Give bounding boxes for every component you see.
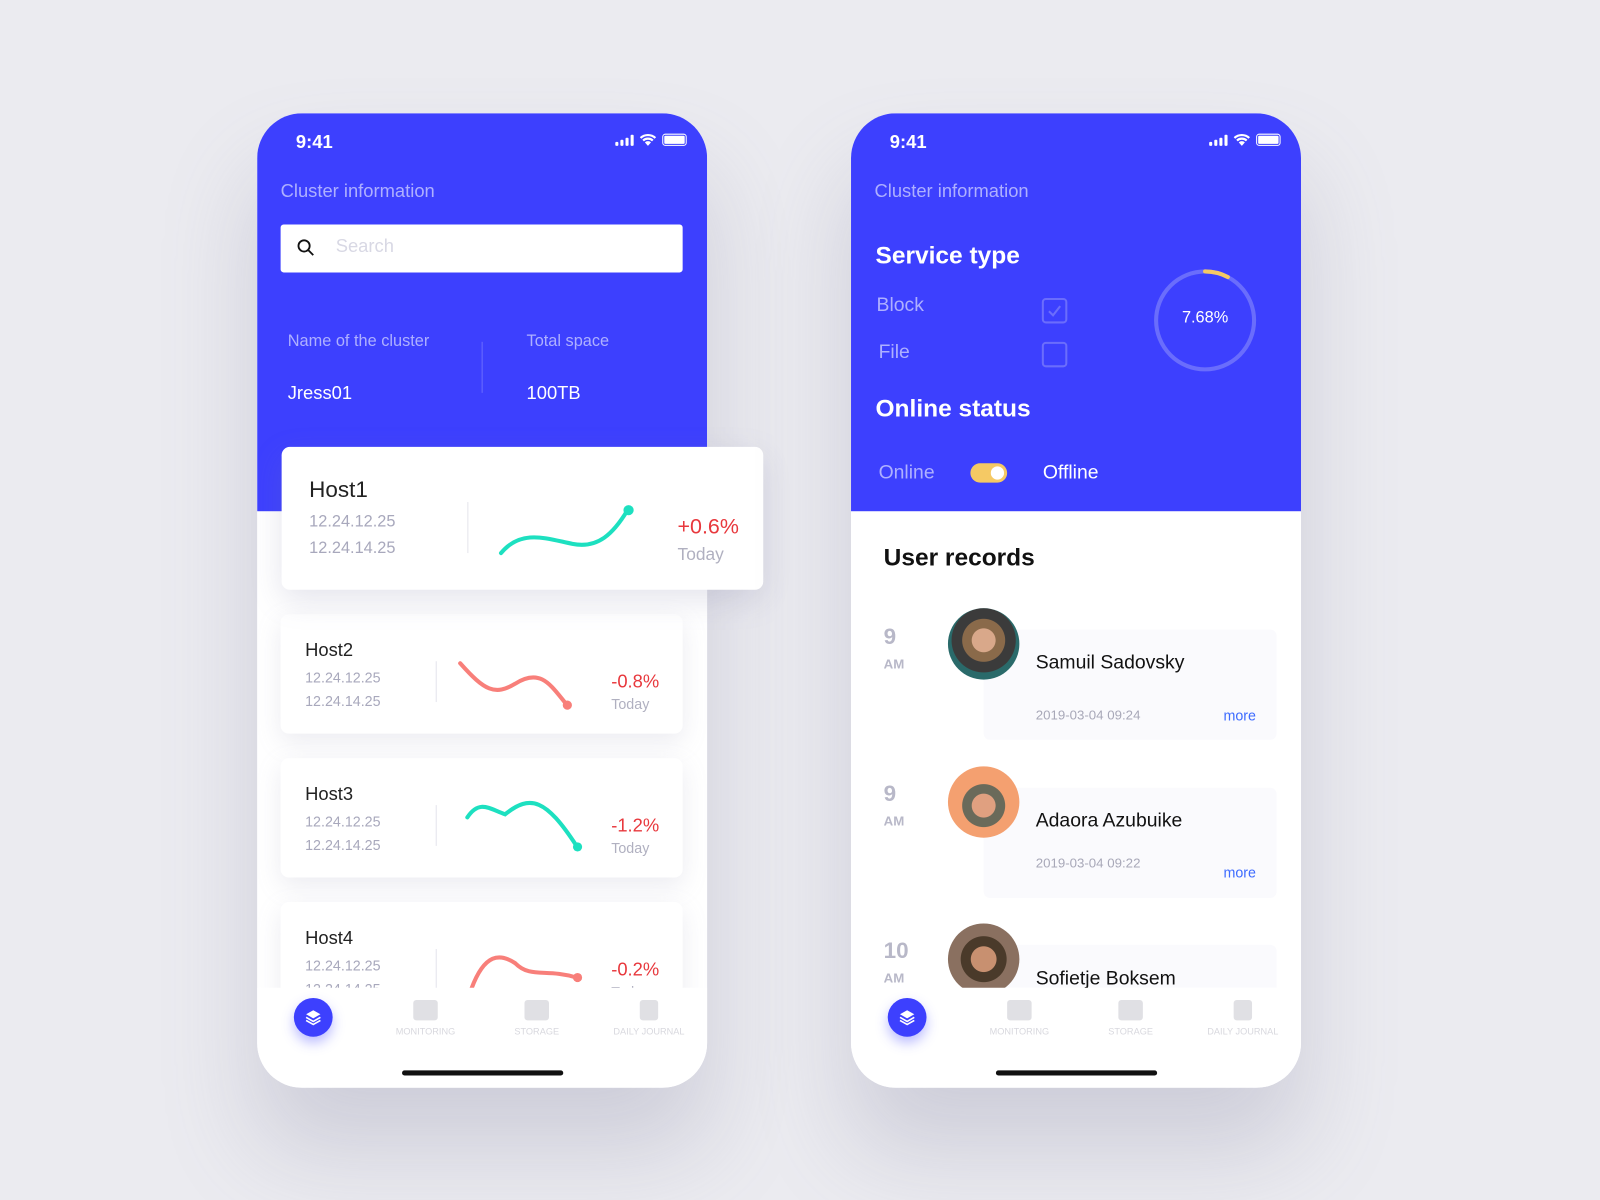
nav-monitoring[interactable]: MONITORING xyxy=(968,999,1070,1037)
host-ip: 12.24.12.25 xyxy=(305,813,381,830)
nav-daily-journal[interactable]: DAILY JOURNAL xyxy=(598,999,700,1037)
record-card[interactable] xyxy=(983,787,1277,898)
trend-sparkline xyxy=(458,661,572,710)
check-icon xyxy=(1048,305,1062,317)
user-records-title: User records xyxy=(883,543,1035,572)
record-time: 9 AM xyxy=(883,780,905,829)
status-icons xyxy=(1209,133,1281,146)
divider xyxy=(435,948,437,990)
host-name: Host4 xyxy=(305,927,354,948)
layers-icon xyxy=(899,1010,915,1026)
avatar xyxy=(947,608,1020,680)
home-indicator xyxy=(402,1070,564,1076)
cluster-name-value: Jress01 xyxy=(287,382,353,404)
nav-cluster-button[interactable] xyxy=(887,997,927,1037)
option-file-label: File xyxy=(878,341,910,364)
journal-icon xyxy=(1233,999,1253,1021)
host-card-selected[interactable]: Host1 12.24.12.25 12.24.14.25 +0.6% Toda… xyxy=(281,446,764,590)
phone-cluster-hosts: 9:41 Cluster information Name of the clu… xyxy=(257,113,708,1088)
host-name: Host2 xyxy=(305,639,354,661)
divider xyxy=(435,805,437,846)
online-label: Online xyxy=(878,462,935,484)
battery-icon xyxy=(662,133,687,146)
wifi-icon xyxy=(639,133,657,146)
host-name: Host1 xyxy=(309,476,368,503)
layers-icon xyxy=(305,1010,321,1026)
record-name: Samuil Sadovsky xyxy=(1035,652,1185,674)
record-time: 9 AM xyxy=(883,623,905,672)
status-time: 9:41 xyxy=(889,131,927,153)
camera-alert-icon xyxy=(1007,999,1032,1021)
change-percent: +0.6% xyxy=(677,515,739,539)
file-checkbox[interactable] xyxy=(1041,341,1068,368)
divider xyxy=(481,341,483,393)
host-ip: 12.24.12.25 xyxy=(305,957,381,974)
avatar xyxy=(947,923,1020,995)
home-indicator xyxy=(995,1070,1158,1076)
phone-service-records: 9:41 Cluster information Service type Bl… xyxy=(851,113,1302,1088)
host-ip: 12.24.14.25 xyxy=(305,692,381,710)
host-ip: 12.24.12.25 xyxy=(305,669,381,686)
nav-label: STORAGE xyxy=(1108,1026,1153,1037)
total-space-value: 100TB xyxy=(526,382,581,404)
divider xyxy=(467,502,469,554)
nav-storage[interactable]: STORAGE xyxy=(1080,999,1182,1037)
nav-label: MONITORING xyxy=(989,1026,1050,1037)
online-toggle[interactable] xyxy=(970,463,1008,483)
search-input[interactable] xyxy=(333,234,665,259)
change-percent: -0.8% xyxy=(611,671,660,692)
record-time: 10 AM xyxy=(883,937,909,986)
nav-cluster-button[interactable] xyxy=(293,997,333,1037)
journal-icon xyxy=(639,999,659,1021)
service-type-title: Service type xyxy=(875,241,1020,270)
nav-daily-journal[interactable]: DAILY JOURNAL xyxy=(1192,999,1294,1037)
trend-sparkline xyxy=(465,800,583,852)
host-card[interactable]: Host3 12.24.12.25 12.24.14.25 -1.2% Toda… xyxy=(280,758,683,878)
record-date: 2019-03-04 09:22 xyxy=(1035,855,1141,871)
page-title: Cluster information xyxy=(874,180,1029,202)
host-ip: 12.24.14.25 xyxy=(309,539,396,558)
change-percent: -1.2% xyxy=(611,815,660,836)
host-name: Host3 xyxy=(305,783,354,805)
nav-monitoring[interactable]: MONITORING xyxy=(374,999,476,1037)
option-block-label: Block xyxy=(876,294,924,317)
more-link[interactable]: more xyxy=(1223,707,1256,723)
storage-icon xyxy=(524,999,549,1021)
total-space-label: Total space xyxy=(526,332,610,350)
status-time: 9:41 xyxy=(295,131,333,153)
change-period: Today xyxy=(677,544,724,565)
change-percent: -0.2% xyxy=(611,959,660,980)
storage-icon xyxy=(1118,999,1143,1021)
block-checkbox[interactable] xyxy=(1041,297,1068,324)
host-ip: 12.24.14.25 xyxy=(305,836,381,854)
avatar xyxy=(947,766,1020,838)
nav-label: STORAGE xyxy=(514,1026,560,1037)
page-title: Cluster information xyxy=(280,180,435,202)
camera-alert-icon xyxy=(413,999,438,1021)
status-icons xyxy=(615,133,687,146)
signal-icon xyxy=(1209,134,1228,146)
search-icon xyxy=(297,239,314,256)
more-link[interactable]: more xyxy=(1223,864,1256,880)
host-card[interactable]: Host2 12.24.12.25 12.24.14.25 -0.8% Toda… xyxy=(280,614,683,734)
trend-sparkline xyxy=(498,505,634,556)
cluster-name-label: Name of the cluster xyxy=(287,332,430,350)
battery-icon xyxy=(1256,133,1281,146)
search-field[interactable] xyxy=(280,224,683,273)
offline-label: Offline xyxy=(1042,462,1099,484)
online-status-title: Online status xyxy=(875,394,1031,423)
nav-label: DAILY JOURNAL xyxy=(613,1026,685,1037)
host-ip: 12.24.12.25 xyxy=(309,513,396,531)
record-name: Adaora Azubuike xyxy=(1035,810,1183,832)
signal-icon xyxy=(615,134,634,146)
nav-label: DAILY JOURNAL xyxy=(1207,1026,1279,1037)
change-period: Today xyxy=(611,839,650,857)
change-period: Today xyxy=(611,695,650,713)
nav-label: MONITORING xyxy=(395,1026,456,1037)
record-date: 2019-03-04 09:24 xyxy=(1035,707,1141,723)
usage-percent: 7.68% xyxy=(1181,309,1229,327)
nav-storage[interactable]: STORAGE xyxy=(486,999,588,1037)
divider xyxy=(435,661,437,703)
wifi-icon xyxy=(1233,133,1250,146)
